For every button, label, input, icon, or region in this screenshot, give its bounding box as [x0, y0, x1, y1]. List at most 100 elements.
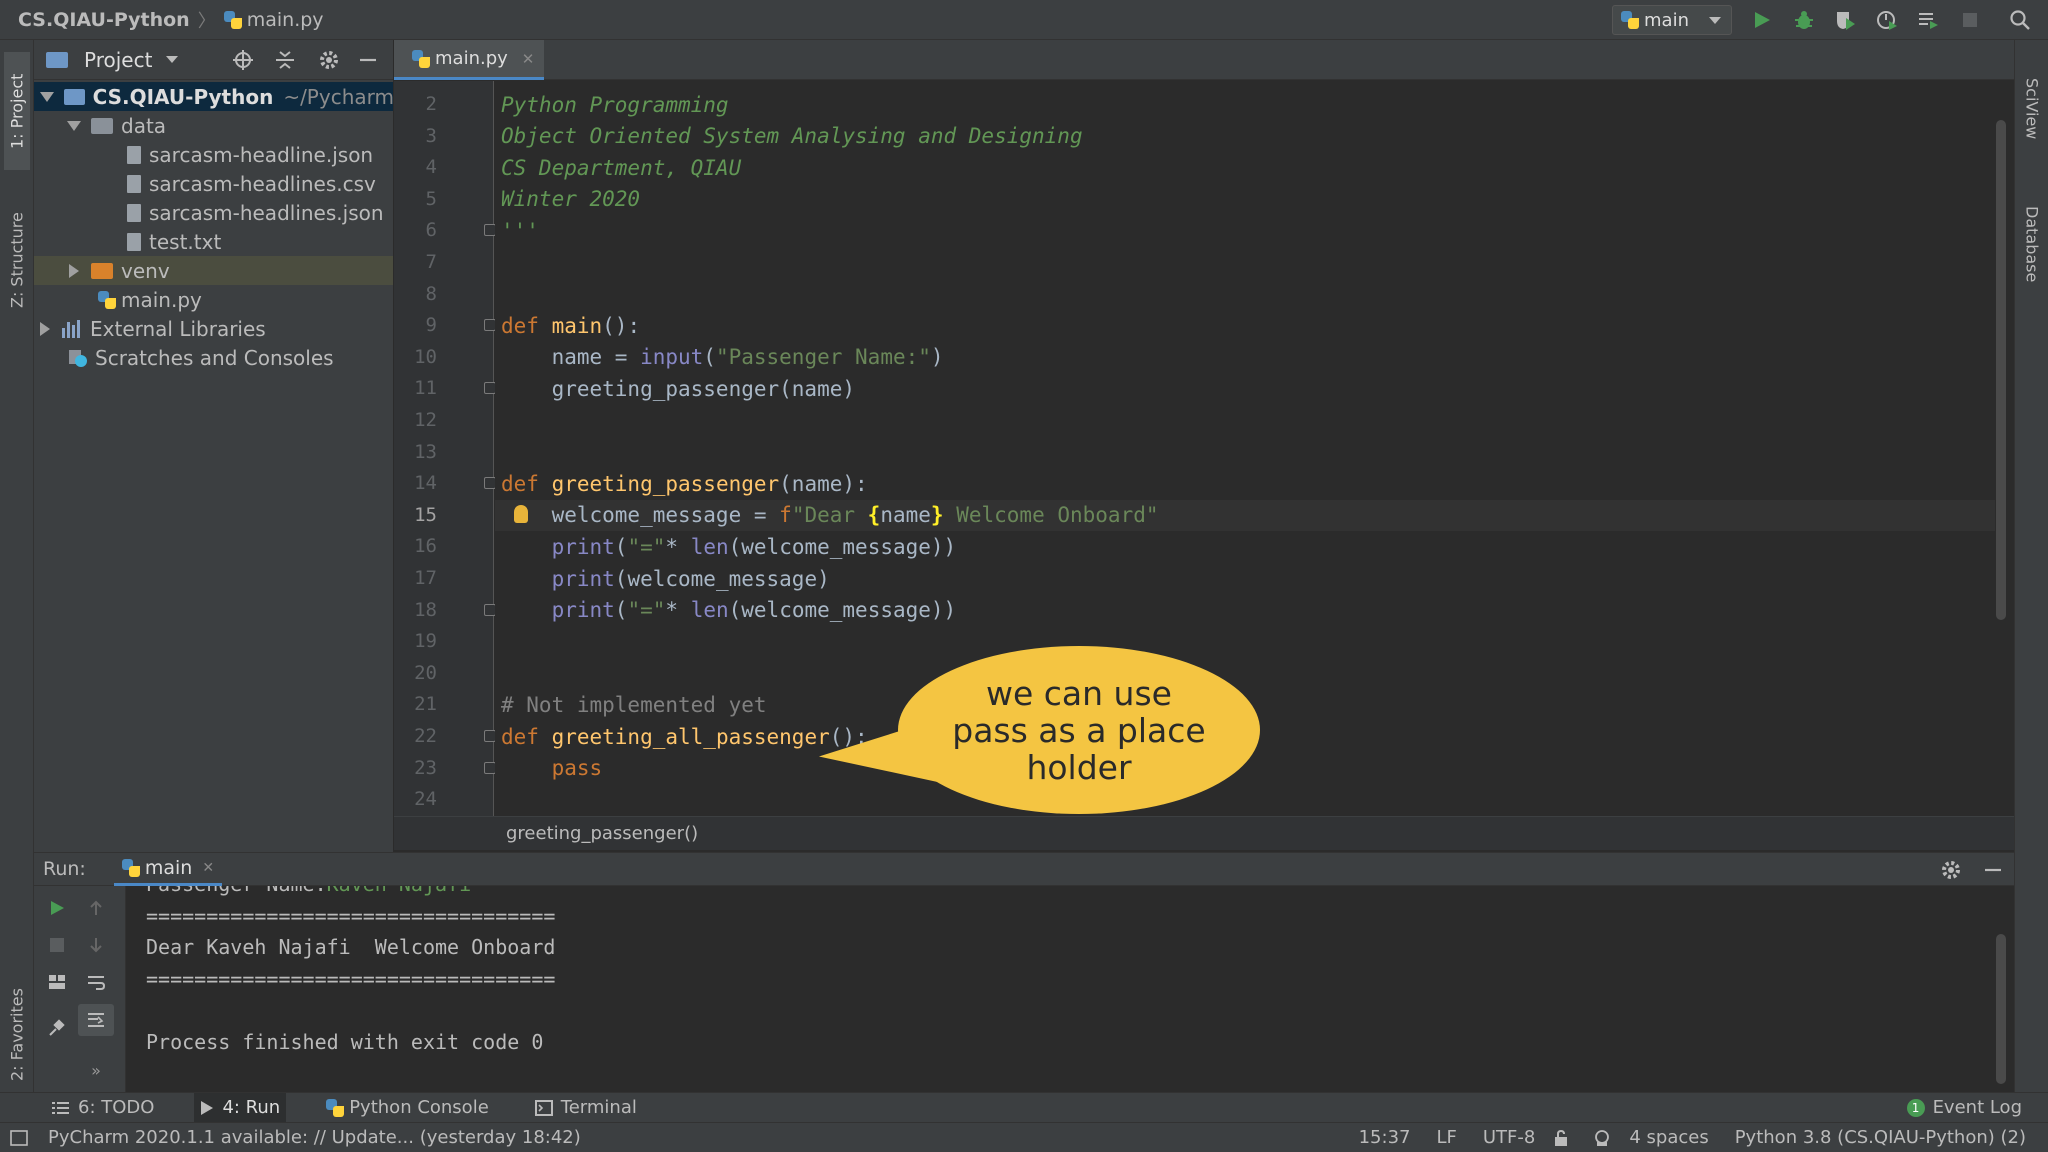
debug-button[interactable]	[1792, 8, 1816, 32]
run-button[interactable]	[1750, 8, 1774, 32]
status-message[interactable]: PyCharm 2020.1.1 available: // Update...…	[48, 1127, 581, 1148]
collapse-all-icon[interactable]	[274, 49, 296, 71]
code-token: CS Department, QIAU	[501, 155, 742, 180]
gear-icon[interactable]	[318, 49, 340, 71]
toggle-tool-windows-icon[interactable]	[10, 1129, 28, 1146]
code-line[interactable]: Winter 2020	[501, 184, 640, 215]
code-line[interactable]: name = input("Passenger Name:")	[501, 342, 944, 373]
database-tool-tab[interactable]: Database	[2019, 174, 2045, 314]
project-tool-tab[interactable]: 1: Project	[4, 52, 30, 170]
stop-run-button[interactable]	[43, 931, 71, 959]
tree-item-data-folder[interactable]: data	[34, 111, 393, 140]
caret-position[interactable]: 15:37	[1359, 1127, 1411, 1148]
tree-item-venv-folder[interactable]: venv	[34, 256, 393, 285]
code-line[interactable]: greeting_passenger(name)	[501, 373, 855, 404]
python-console-tab[interactable]: Python Console	[320, 1093, 495, 1123]
code-line[interactable]: pass	[501, 753, 603, 784]
intention-bulb-icon[interactable]	[514, 504, 528, 523]
json-file-icon	[127, 203, 141, 222]
python-console-tab-label: Python Console	[349, 1097, 489, 1118]
scroll-up-button[interactable]	[82, 894, 110, 922]
breadcrumb-project[interactable]: CS.QIAU-Python	[18, 9, 190, 31]
structure-tool-tab[interactable]: Z: Structure	[4, 180, 30, 340]
line-number: 10	[414, 345, 437, 368]
project-panel-title[interactable]: Project	[84, 48, 152, 72]
tree-item-project-root[interactable]: CS.QIAU-Python ~/Pycharm	[34, 82, 393, 111]
sciview-tool-tab-label: SciView	[2022, 78, 2042, 140]
favorites-tool-tab-label: 2: Favorites	[7, 988, 27, 1082]
tree-item-file[interactable]: sarcasm-headline.json	[34, 140, 393, 169]
code-token: Python Programming	[501, 92, 729, 117]
expanded-arrow-icon	[40, 91, 54, 102]
structure-tool-tab-label: Z: Structure	[7, 212, 27, 308]
soft-wrap-button[interactable]	[82, 968, 110, 996]
breadcrumb-file[interactable]: main.py	[223, 9, 324, 31]
run-tab-main[interactable]: main ✕	[113, 852, 223, 886]
gear-icon[interactable]	[1940, 859, 1962, 881]
scroll-to-end-button[interactable]	[78, 1004, 114, 1036]
run-console-output[interactable]: Passenger Name:Kaveh Najafi =============…	[126, 886, 1996, 1092]
code-line[interactable]: print("=" * len (welcome_message))	[501, 531, 957, 562]
vertical-scrollbar[interactable]	[1996, 120, 2006, 620]
tree-item-external-libraries[interactable]: External Libraries	[34, 314, 393, 343]
tree-item-file[interactable]: sarcasm-headlines.json	[34, 198, 393, 227]
run-concurrency-button[interactable]	[1916, 8, 1940, 32]
code-line[interactable]: '''	[501, 215, 539, 246]
code-line[interactable]: Object Oriented System Analysing and Des…	[501, 121, 1083, 152]
line-number: 21	[414, 693, 437, 716]
tree-item-file[interactable]: sarcasm-headlines.csv	[34, 169, 393, 198]
python-interpreter[interactable]: Python 3.8 (CS.QIAU-Python) (2)	[1735, 1127, 2026, 1148]
run-configuration-select[interactable]: main	[1612, 5, 1732, 35]
code-line[interactable]: Python Programming	[501, 89, 729, 120]
code-line[interactable]: def main ():	[501, 310, 640, 341]
event-log-tab[interactable]: 1 Event Log	[1901, 1093, 2028, 1123]
indent-setting[interactable]: 4 spaces	[1629, 1127, 1708, 1148]
code-token: {	[867, 503, 881, 528]
hide-panel-icon[interactable]	[358, 50, 378, 70]
sciview-tool-tab[interactable]: SciView	[2019, 54, 2045, 164]
editor-tab-main-py[interactable]: main.py ✕	[394, 40, 544, 80]
stop-button[interactable]	[1958, 8, 1982, 32]
todo-tab[interactable]: 6: TODO	[46, 1093, 160, 1123]
search-everywhere-button[interactable]	[2008, 8, 2032, 32]
code-line[interactable]: def greeting_passenger (name):	[501, 468, 868, 499]
chevron-down-icon[interactable]	[166, 56, 179, 63]
run-with-coverage-button[interactable]	[1833, 8, 1857, 32]
code-line[interactable]: welcome_message = f "Dear {name} Welcome …	[501, 500, 1159, 531]
file-encoding[interactable]: UTF-8	[1483, 1127, 1535, 1148]
tree-item-main-py[interactable]: main.py	[34, 285, 393, 314]
tree-item-file[interactable]: test.txt	[34, 227, 393, 256]
console-scrollbar[interactable]	[1996, 934, 2006, 1084]
rerun-button[interactable]	[43, 894, 71, 922]
inspector-icon[interactable]	[1593, 1129, 1611, 1147]
lock-icon[interactable]	[1553, 1129, 1569, 1147]
layout-button[interactable]	[43, 968, 71, 996]
code-token: (	[614, 534, 628, 559]
python-file-icon	[223, 10, 242, 29]
line-separator[interactable]: LF	[1436, 1127, 1456, 1148]
terminal-tab[interactable]: Terminal	[529, 1093, 643, 1123]
locate-file-icon[interactable]	[232, 49, 254, 71]
code-line[interactable]: print("=" * len (welcome_message))	[501, 595, 957, 626]
line-number: 20	[414, 661, 437, 684]
code-token: '''	[501, 218, 539, 243]
close-icon[interactable]: ✕	[202, 860, 214, 876]
pin-tab-button[interactable]	[43, 1014, 71, 1042]
code-token: "="	[627, 598, 666, 623]
tree-item-scratches[interactable]: Scratches and Consoles	[34, 343, 393, 372]
run-tool-tab[interactable]: 4: Run	[194, 1092, 287, 1123]
code-token: pass	[501, 756, 603, 781]
code-line[interactable]: print (welcome_message)	[501, 563, 830, 594]
code-token: )	[930, 345, 944, 370]
close-icon[interactable]: ✕	[522, 50, 535, 68]
hide-panel-icon[interactable]	[1982, 859, 2004, 881]
more-actions-icon[interactable]: »	[82, 1056, 110, 1084]
code-line[interactable]: CS Department, QIAU	[501, 152, 741, 183]
code-line[interactable]: def greeting_all_passenger ():	[501, 721, 868, 752]
line-number: 13	[414, 440, 437, 463]
scroll-down-button[interactable]	[82, 931, 110, 959]
code-line[interactable]: # Not implemented yet	[501, 689, 767, 720]
profile-button[interactable]	[1875, 8, 1899, 32]
code-breadcrumb[interactable]: greeting_passenger()	[506, 823, 698, 844]
